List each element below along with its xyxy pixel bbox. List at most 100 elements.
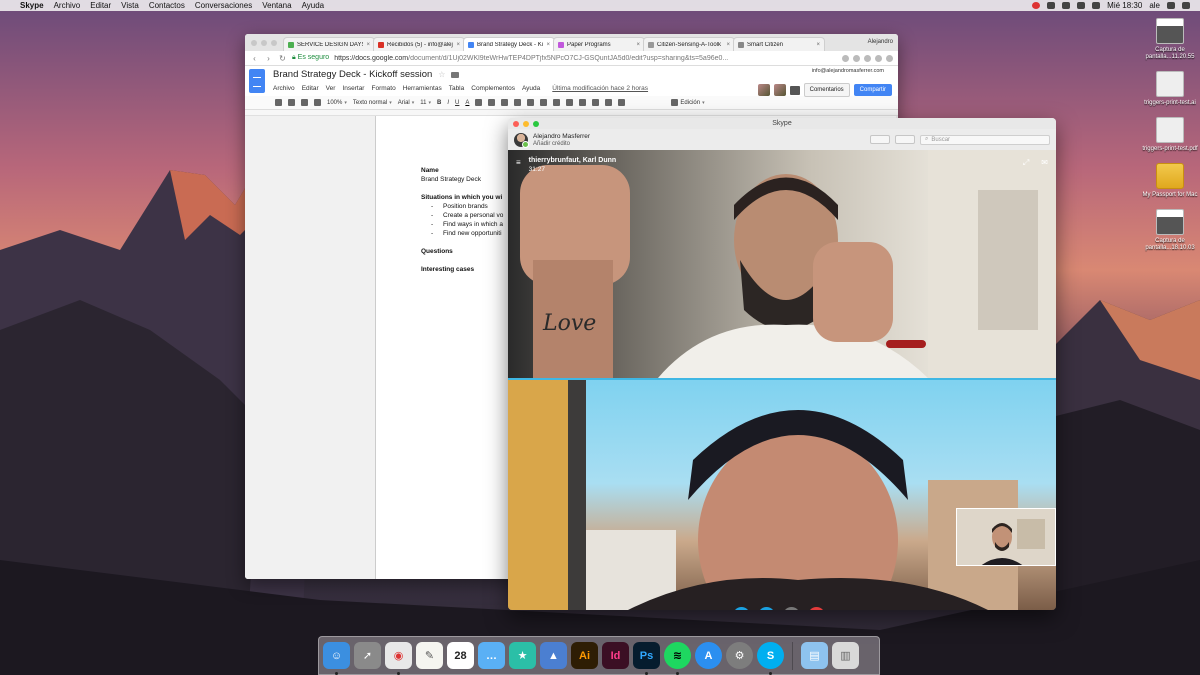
menu-vista[interactable]: Vista — [121, 1, 139, 10]
desktop-item-triggers-pdf[interactable]: triggers-print-test.pdf — [1140, 117, 1200, 153]
link-icon[interactable] — [475, 99, 483, 106]
hamburger-menu-icon[interactable]: ≡ — [516, 159, 521, 174]
bulleted-list-icon[interactable] — [579, 99, 587, 106]
browser-tab[interactable]: Citizen-Sensing-A-Toolk × — [643, 37, 735, 51]
italic-button[interactable]: I — [447, 100, 449, 106]
redo-icon[interactable] — [301, 99, 308, 106]
docs-menu-archivo[interactable]: Archivo — [273, 85, 295, 92]
tab-close-icon[interactable]: × — [726, 42, 730, 48]
menu-editar[interactable]: Editar — [90, 1, 111, 10]
comments-button[interactable]: Comentarios — [803, 83, 850, 97]
close-window-icon[interactable] — [251, 40, 257, 46]
dock-indesign[interactable]: Id — [602, 642, 629, 669]
spotlight-icon[interactable] — [1167, 2, 1175, 9]
menu-skype[interactable]: Skype — [20, 1, 44, 10]
dock-calendar[interactable]: 28 — [447, 642, 474, 669]
align-justify-icon[interactable] — [540, 99, 548, 106]
extension-icon[interactable] — [875, 54, 882, 62]
docs-menu-ver[interactable]: Ver — [326, 85, 336, 92]
browser-tab[interactable]: Recibidos (5) - info@alejo × — [373, 37, 465, 51]
font-size-select[interactable]: 11 ▾ — [420, 100, 431, 106]
docs-menu-editar[interactable]: Editar — [302, 85, 319, 92]
tab-close-icon[interactable]: × — [816, 42, 820, 48]
dock-downloads[interactable]: ▤ — [801, 642, 828, 669]
menu-ventana[interactable]: Ventana — [262, 1, 291, 10]
desktop-item-screenshot-1[interactable]: Captura de pantalla...11.20.55 — [1140, 18, 1200, 61]
search-input[interactable]: ⌕ Buscar — [920, 134, 1050, 145]
call-video-area[interactable]: Love ≡ thierrybrunfaut, Karl Dunn 31:27 … — [508, 150, 1056, 610]
forward-icon[interactable]: › — [264, 54, 273, 63]
collaborator-avatar[interactable] — [773, 84, 786, 96]
docs-menu-herramientas[interactable]: Herramientas — [403, 85, 442, 92]
creative-cloud-icon[interactable] — [1047, 2, 1056, 9]
editing-mode-select[interactable]: Edición ▾ — [671, 99, 705, 106]
docs-menu-formato[interactable]: Formato — [371, 85, 395, 92]
browser-tab[interactable]: Smart Citizen × — [733, 37, 825, 51]
align-left-icon[interactable] — [501, 99, 509, 106]
self-view-video[interactable] — [956, 508, 1056, 566]
docs-menu-tabla[interactable]: Tabla — [449, 85, 465, 92]
chat-bubble-icon[interactable]: ✉ — [1041, 158, 1048, 168]
battery-icon[interactable] — [1092, 2, 1101, 9]
dock-messages[interactable]: … — [478, 642, 505, 669]
dock-keynote[interactable]: ▲ — [540, 642, 567, 669]
notification-icon[interactable] — [1032, 2, 1041, 9]
dock-skype[interactable]: S — [757, 642, 784, 675]
browser-tab[interactable]: SERVICE DESIGN DAYS × — [283, 37, 375, 51]
add-participant-button[interactable]: + — [783, 607, 800, 610]
undo-icon[interactable] — [288, 99, 295, 106]
share-button[interactable]: Compartir — [853, 84, 892, 96]
collaborator-avatar[interactable] — [757, 84, 770, 96]
dock-trash[interactable]: ▥ — [832, 642, 859, 669]
dock-textedit[interactable]: ✎ — [416, 642, 443, 669]
url-input[interactable]: https://docs.google.com/document/d/1Uj02… — [334, 55, 837, 62]
numbered-list-icon[interactable] — [566, 99, 574, 106]
reload-icon[interactable]: ↻ — [278, 54, 287, 63]
dock-illustrator[interactable]: Ai — [571, 642, 598, 669]
chrome-profile-button[interactable]: Alejandro — [868, 39, 893, 45]
dock-finder[interactable]: ☺ — [323, 642, 350, 675]
chrome-menu-icon[interactable] — [886, 54, 893, 62]
dock-photoshop[interactable]: Ps — [633, 642, 660, 675]
comment-icon[interactable] — [488, 99, 496, 106]
back-icon[interactable]: ‹ — [250, 54, 259, 63]
menubar-clock[interactable]: Mié 18:30 — [1107, 1, 1142, 10]
menu-contactos[interactable]: Contactos — [149, 1, 185, 10]
new-chat-button[interactable] — [870, 135, 890, 144]
dock-chrome[interactable]: ◉ — [385, 642, 412, 675]
desktop-item-passport-drive[interactable]: My Passport for Mac — [1140, 163, 1200, 199]
extension-icon[interactable] — [864, 54, 871, 62]
minimize-window-icon[interactable] — [261, 40, 267, 46]
dock-superstar[interactable]: ★ — [509, 642, 536, 669]
dock-spotify[interactable]: ≋ — [664, 642, 691, 675]
last-modified-link[interactable]: Última modificación hace 2 horas — [552, 85, 648, 92]
dock-launchpad[interactable]: ➚ — [354, 642, 381, 669]
docs-menu-complementos[interactable]: Complementos — [471, 85, 515, 92]
tab-close-icon[interactable]: × — [636, 42, 640, 48]
text-color-button[interactable]: A — [465, 100, 469, 106]
increase-indent-icon[interactable] — [605, 99, 613, 106]
bookmark-star-icon[interactable] — [842, 54, 849, 62]
style-select[interactable]: Texto normal ▾ — [353, 100, 392, 106]
browser-tab[interactable]: Paper Programs × — [553, 37, 645, 51]
tab-close-icon[interactable]: × — [366, 42, 370, 48]
align-right-icon[interactable] — [527, 99, 535, 106]
browser-tab-active[interactable]: Brand Strategy Deck - Ki × — [463, 37, 555, 51]
dock-appstore[interactable]: A — [695, 642, 722, 669]
align-center-icon[interactable] — [514, 99, 522, 106]
comment-history-icon[interactable] — [789, 85, 800, 95]
desktop-item-triggers-ai[interactable]: triggers-print-test.ai — [1140, 71, 1200, 107]
clear-formatting-icon[interactable] — [618, 99, 626, 106]
document-body[interactable]: Name Brand Strategy Deck Situations in w… — [421, 166, 503, 274]
underline-button[interactable]: U — [455, 100, 459, 106]
paint-format-icon[interactable] — [314, 99, 321, 106]
document-title[interactable]: Brand Strategy Deck - Kickoff session — [273, 69, 432, 80]
line-spacing-icon[interactable] — [553, 99, 561, 106]
desktop-item-screenshot-2[interactable]: Captura de pantalla...18.10.03 — [1140, 209, 1200, 252]
dialpad-button[interactable] — [895, 135, 915, 144]
fullscreen-icon[interactable]: ⤢ — [1023, 158, 1029, 168]
wifi-icon[interactable] — [1062, 2, 1071, 9]
docs-menu-insertar[interactable]: Insertar — [342, 85, 364, 92]
extension-icon[interactable] — [853, 54, 860, 62]
google-docs-logo-icon[interactable] — [249, 69, 265, 93]
